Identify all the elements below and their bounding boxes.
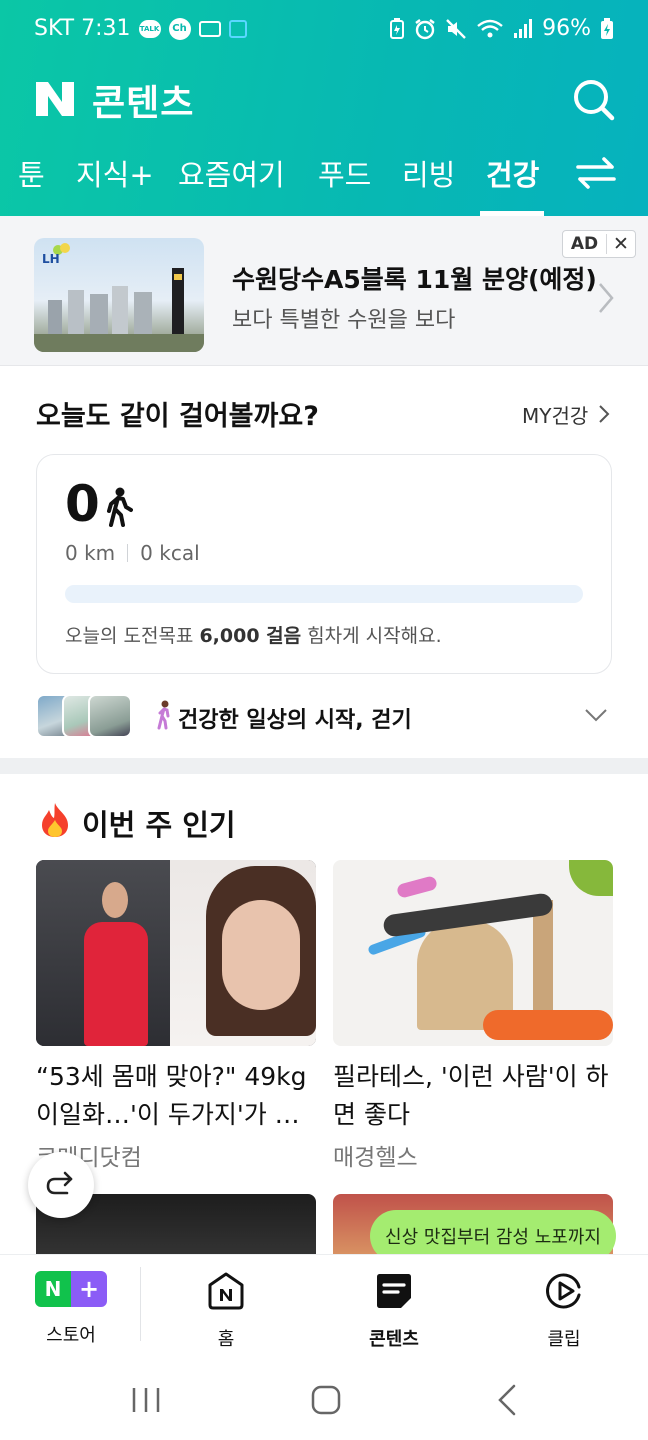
nav-clip[interactable]: 클립 (514, 1271, 614, 1351)
nav-label: 스토어 (46, 1325, 96, 1346)
tab-living[interactable]: 리빙 (402, 152, 455, 194)
ad-title[interactable]: 수원당수A5블록 11월 분양(예정) (232, 260, 597, 296)
step-card[interactable]: 0 0 km 0 kcal 오늘의 도전목표 6,000 걸음 힘차게 시작해요… (36, 454, 612, 674)
walking-title: 오늘도 같이 걸어볼까요? (36, 401, 319, 432)
nav-label: 클립 (547, 1329, 581, 1350)
ad-close-button[interactable]: ✕ (607, 233, 635, 255)
ch-notification-icon: Ch (168, 17, 191, 40)
battery-icon (601, 17, 613, 39)
page-title: 콘텐츠 (92, 83, 195, 124)
contents-icon (377, 1274, 411, 1308)
article-source: 매경헬스 (333, 1145, 418, 1171)
header: SKT 7:31 TALK Ch 96% 콘텐츠 툰 지식+ 요즘여기 푸드 리… (0, 0, 648, 216)
store-icon-n: N (35, 1271, 71, 1307)
home-button-icon[interactable] (306, 1382, 346, 1418)
article-card[interactable]: 필라테스, '이런 사람'이 하면 좋다 매경헬스 (333, 860, 613, 1172)
back-icon[interactable] (488, 1382, 528, 1418)
ad-thumbnail[interactable]: LH (34, 238, 204, 352)
store-icon: N + (35, 1271, 107, 1307)
talk-notification-icon: TALK (138, 19, 161, 38)
ad-banner[interactable]: LH 수원당수A5블록 11월 분양(예정) 보다 특별한 수원을 보다 AD … (0, 216, 648, 366)
ad-brand-label: LH (42, 252, 60, 266)
alarm-icon (415, 18, 435, 39)
popular-title: 이번 주 인기 (82, 808, 236, 842)
app-bar: 콘텐츠 (0, 62, 648, 134)
screen-notification-icon (228, 19, 247, 38)
recent-apps-icon[interactable] (126, 1382, 166, 1418)
store-icon-plus: + (71, 1271, 107, 1307)
system-nav-bar (0, 1360, 648, 1440)
walking-woman-icon (157, 700, 170, 730)
home-n-icon (208, 1272, 244, 1310)
ad-badge: AD ✕ (562, 230, 636, 258)
naver-logo-icon[interactable] (36, 82, 74, 116)
status-left: SKT 7:31 TALK Ch (34, 16, 247, 41)
carrier-time: SKT 7:31 (34, 16, 131, 41)
article-thumbnail[interactable] (36, 860, 316, 1046)
search-icon[interactable] (570, 76, 618, 124)
nav-home[interactable]: 홈 (176, 1271, 276, 1351)
goal-prefix: 오늘의 도전목표 (65, 625, 200, 647)
popular-section: 이번 주 인기 “53세 몸매 맞아?" 49kg 이일화…'이 두가지'가 …… (0, 774, 648, 1254)
walking-person-icon (107, 487, 133, 527)
wifi-icon (477, 19, 503, 37)
step-count: 0 (65, 475, 100, 533)
clip-play-icon (546, 1273, 581, 1309)
status-bar: SKT 7:31 TALK Ch 96% (0, 0, 648, 62)
tab-toon[interactable]: 툰 (18, 152, 45, 194)
goal-suffix: 힘차게 시작해요. (301, 625, 442, 647)
nav-contents[interactable]: 콘텐츠 (344, 1271, 444, 1351)
chevron-right-icon[interactable] (596, 280, 616, 316)
battery-percent: 96% (542, 16, 591, 41)
tab-knowledge[interactable]: 지식+ (76, 152, 154, 194)
category-tabs: 툰 지식+ 요즘여기 푸드 리빙 건강 (0, 140, 648, 216)
fire-icon (42, 803, 68, 837)
tab-health[interactable]: 건강 (486, 152, 539, 194)
ad-label: AD (563, 234, 607, 254)
signal-icon (514, 18, 533, 38)
walking-thumbnails[interactable] (36, 694, 132, 738)
bottom-nav: N + 스토어 홈 콘텐츠 클립 (0, 1254, 648, 1360)
walking-caption[interactable]: 건강한 일상의 시작, 걷기 (178, 702, 412, 734)
article-thumbnail[interactable] (333, 860, 613, 1046)
walking-thumbnail (88, 694, 132, 738)
ad-subtitle[interactable]: 보다 특별한 수원을 보다 (232, 302, 455, 334)
nav-label: 콘텐츠 (369, 1329, 419, 1350)
redo-share-icon (46, 1171, 73, 1195)
step-stats: 0 km 0 kcal (65, 541, 200, 565)
calories-value: 0 kcal (140, 541, 200, 565)
step-progress-bar (65, 585, 583, 603)
battery-saver-icon (390, 17, 405, 39)
article-title[interactable]: 필라테스, '이런 사람'이 하면 좋다 (333, 1058, 613, 1134)
walking-section: 오늘도 같이 걸어볼까요? MY건강 0 0 km 0 kcal 오늘의 도전목… (0, 366, 648, 758)
chevron-down-icon[interactable] (584, 708, 608, 722)
nav-label: 홈 (217, 1329, 235, 1350)
goal-text: 오늘의 도전목표 6,000 걸음 힘차게 시작해요. (65, 621, 442, 648)
my-health-link[interactable]: MY건강 (522, 400, 588, 429)
share-button[interactable] (28, 1152, 94, 1218)
distance-value: 0 km (65, 541, 116, 565)
mute-icon (446, 18, 466, 39)
card-notification-icon (198, 20, 221, 37)
section-divider (0, 758, 648, 774)
chevron-right-icon[interactable] (598, 404, 610, 424)
tab-edit-swap-icon[interactable] (576, 156, 616, 190)
stat-divider (127, 544, 129, 562)
status-right: 96% (389, 16, 614, 41)
tab-trending[interactable]: 요즘여기 (178, 152, 285, 194)
article-title[interactable]: “53세 몸매 맞아?" 49kg 이일화…'이 두가지'가 … (36, 1058, 316, 1134)
tab-food[interactable]: 푸드 (318, 152, 371, 194)
nav-divider (140, 1267, 141, 1341)
nav-store[interactable]: N + 스토어 (21, 1271, 121, 1347)
goal-value: 6,000 걸음 (199, 625, 302, 647)
article-card[interactable]: “53세 몸매 맞아?" 49kg 이일화…'이 두가지'가 … 코메디닷컴 (36, 860, 316, 1172)
